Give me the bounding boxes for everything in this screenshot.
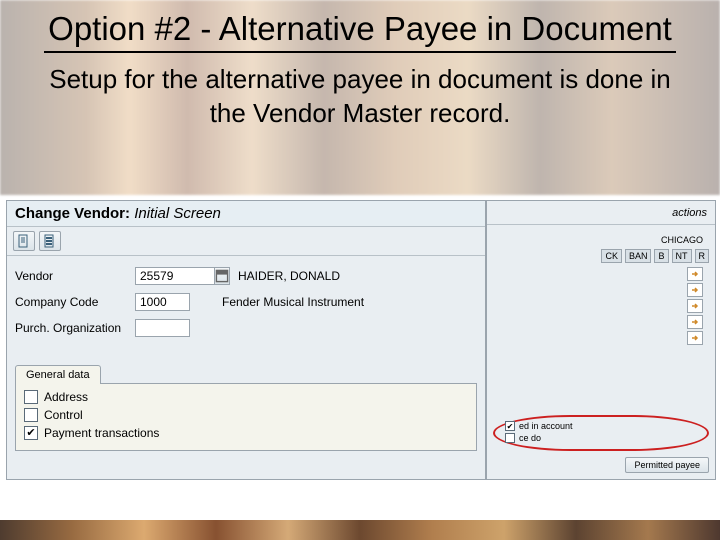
document-icon [17,234,31,248]
payment-label: Payment transactions [44,426,159,440]
arrow-right-icon [690,317,700,327]
vendor-input[interactable]: 25579 [135,267,215,285]
control-row: Control [24,408,468,422]
right-top-bar: actions [487,201,715,225]
sap-change-vendor-window: Change Vendor: Initial Screen Vendor 255… [6,200,486,480]
address-checkbox[interactable] [24,390,38,404]
arrow-right-icon [690,269,700,279]
vendor-value: 25579 [140,269,173,283]
company-input[interactable]: 1000 [135,293,190,311]
arrow-cell-1[interactable] [687,267,703,281]
oval-text-1: ed in account [519,421,573,431]
document-list-icon [43,234,57,248]
col-b: B [654,249,668,263]
sap-form-area: Vendor 25579 HAIDER, DONALD Company Code… [7,256,485,354]
highlight-oval: ed in account ce do [493,415,709,451]
arrow-cell-3[interactable] [687,299,703,313]
right-top-label: actions [672,207,707,219]
col-ban: BAN [625,249,652,263]
sap-title-italic: Initial Screen [134,205,221,222]
arrow-cell-2[interactable] [687,283,703,297]
purch-label: Purch. Organization [15,321,135,335]
toolbar-button-1[interactable] [13,231,35,251]
payment-row: Payment transactions [24,426,468,440]
vendor-label: Vendor [15,269,135,283]
company-row: Company Code 1000 Fender Musical Instrum… [15,292,477,312]
right-detail-panel: actions CHICAGO CK BAN B NT R [486,200,716,480]
payment-transactions-checkbox[interactable] [24,426,38,440]
sap-screen-title: Change Vendor: Initial Screen [7,201,485,227]
vendor-search-help-button[interactable] [214,267,230,285]
slide-title: Option #2 - Alternative Payee in Documen… [44,8,676,53]
arrow-column [493,267,709,345]
oval-row-2: ce do [505,433,697,443]
purch-input[interactable] [135,319,190,337]
arrow-right-icon [690,301,700,311]
col-ck: CK [601,249,622,263]
slide-title-block: Option #2 - Alternative Payee in Documen… [0,0,720,57]
slide-subtitle: Setup for the alternative payee in docum… [0,57,720,141]
oval-text-2: ce do [519,433,541,443]
general-data-tab-area: General data Address Control Payment tra… [15,364,477,451]
arrow-right-icon [690,333,700,343]
sap-toolbar [7,227,485,256]
oval-checkbox-2[interactable] [505,433,515,443]
matchcode-icon [215,269,229,283]
tab-general-data[interactable]: General data [15,365,101,384]
address-label: Address [44,390,88,404]
right-grid: CHICAGO CK BAN B NT R [487,225,715,345]
oval-row-1: ed in account [505,421,697,431]
company-desc: Fender Musical Instrument [222,295,364,309]
control-checkbox[interactable] [24,408,38,422]
toolbar-button-2[interactable] [39,231,61,251]
grid-header-row: CK BAN B NT R [493,249,709,263]
tab-body: Address Control Payment transactions [15,383,477,451]
arrow-cell-4[interactable] [687,315,703,329]
permitted-payee-button[interactable]: Permitted payee [625,457,709,473]
address-row: Address [24,390,468,404]
oval-checkbox-1[interactable] [505,421,515,431]
control-label: Control [44,408,83,422]
company-value: 1000 [140,295,167,309]
company-label: Company Code [15,295,135,309]
arrow-cell-5[interactable] [687,331,703,345]
arrow-right-icon [690,285,700,295]
slide-footer-bar [0,520,720,540]
col-nt: NT [672,249,692,263]
vendor-desc: HAIDER, DONALD [238,269,340,283]
purch-row: Purch. Organization [15,318,477,338]
right-bottom-area: ed in account ce do Permitted payee [493,415,709,473]
col-r: R [695,249,710,263]
vendor-row: Vendor 25579 HAIDER, DONALD [15,266,477,286]
sap-title-bold: Change Vendor: [15,205,130,222]
city-value: CHICAGO [493,235,709,245]
